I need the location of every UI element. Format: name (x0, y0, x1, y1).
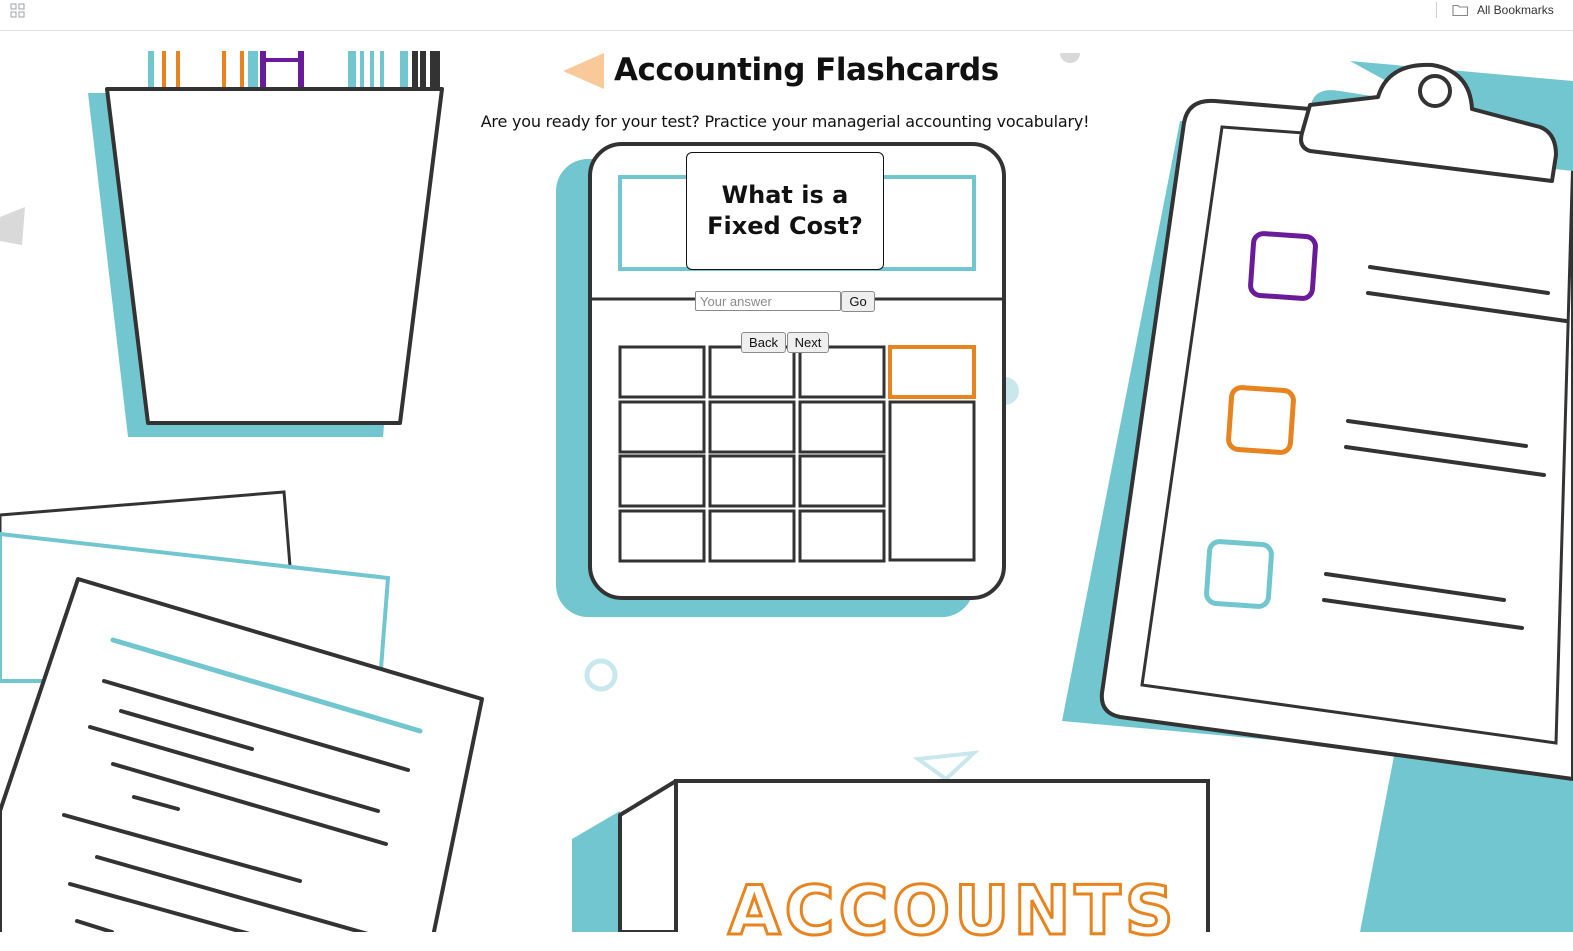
all-bookmarks-button[interactable]: All Bookmarks (1452, 1, 1554, 19)
flashcard[interactable]: What is a Fixed Cost? (686, 152, 884, 270)
apps-grid-icon[interactable] (10, 3, 26, 19)
teal-triangle-decoration (912, 750, 980, 782)
title-spacer (562, 70, 602, 71)
back-button[interactable]: Back (741, 332, 786, 353)
grey-triangle-decoration (0, 207, 25, 245)
teal-ring-decoration (584, 658, 618, 692)
page-title: Accounting Flashcards (614, 52, 999, 88)
grey-semicircle-decoration (1060, 53, 1080, 63)
folder-icon (1452, 4, 1469, 17)
bookmarks-divider (1436, 2, 1437, 18)
next-button[interactable]: Next (787, 332, 829, 353)
answer-input[interactable] (695, 291, 841, 311)
documents-illustration (0, 490, 484, 932)
bookmarks-bar: All Bookmarks (0, 0, 1573, 31)
accounts-box-label: ACCOUNTS (727, 872, 1178, 951)
flashcard-question: What is a Fixed Cost? (707, 181, 863, 240)
title-row: Accounting Flashcards (562, 50, 999, 90)
go-button[interactable]: Go (841, 291, 875, 312)
page-subtitle: Are you ready for your test? Practice yo… (480, 112, 1090, 131)
all-bookmarks-label: All Bookmarks (1477, 3, 1554, 17)
pencil-cup-illustration (88, 51, 444, 437)
